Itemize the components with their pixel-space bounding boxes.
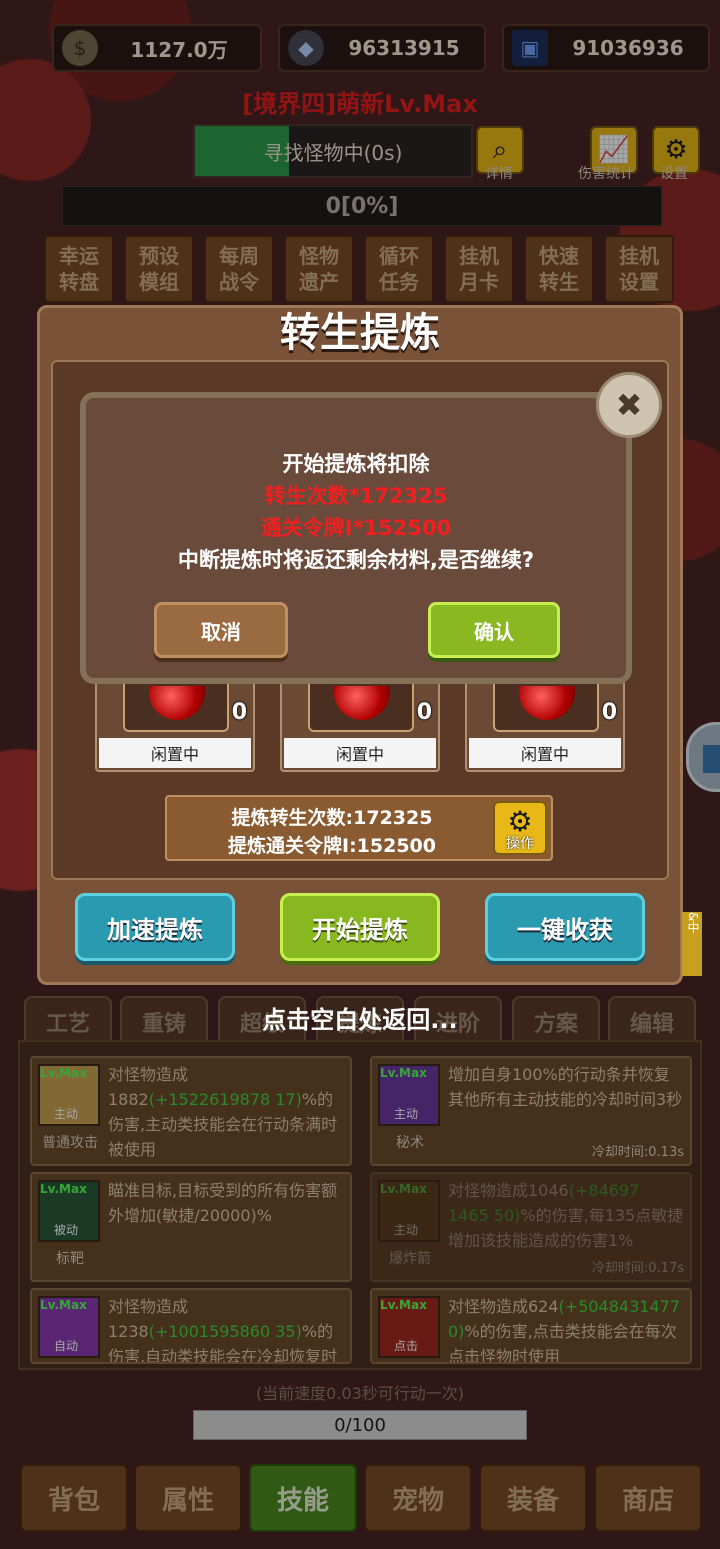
confirm-button[interactable]: 确认 [428, 602, 560, 658]
cancel-button[interactable]: 取消 [154, 602, 288, 658]
dialog-text: 开始提炼将扣除 [282, 452, 430, 476]
slot-state: 闲置中 [469, 738, 621, 768]
start-refine-button[interactable]: 开始提炼 [280, 893, 440, 961]
operate-label: 操作 [506, 836, 534, 852]
slot-state: 闲置中 [99, 738, 251, 768]
operate-button[interactable]: ⚙ 操作 [493, 801, 547, 855]
refine-slot[interactable]: 0 闲置中 [465, 680, 625, 772]
refine-info-box: 提炼转生次数:172325 提炼通关令牌I:152500 ⚙ 操作 [165, 795, 553, 861]
dialog-token-cost: 通关令牌I*152500 [260, 516, 452, 540]
slot-state: 闲置中 [284, 738, 436, 768]
slot-image [308, 682, 414, 732]
red-gem-icon [149, 686, 205, 720]
refine-rebirth-count: 提炼转生次数:172325 [231, 807, 433, 829]
refine-slot[interactable]: 0 闲置中 [95, 680, 255, 772]
close-button[interactable]: ✖ [596, 372, 662, 438]
dialog-rebirth-cost: 转生次数*172325 [264, 484, 448, 508]
slot-count: 0 [601, 700, 617, 725]
slot-count: 0 [231, 700, 247, 725]
red-gem-icon [519, 686, 575, 720]
side-badge: &中 [682, 912, 702, 976]
refine-slot[interactable]: 0 闲置中 [280, 680, 440, 772]
slot-count: 0 [416, 700, 432, 725]
harvest-all-button[interactable]: 一键收获 [485, 893, 645, 961]
slot-image [123, 682, 229, 732]
close-icon: ✖ [615, 386, 643, 424]
red-gem-icon [334, 686, 390, 720]
speed-refine-button[interactable]: 加速提炼 [75, 893, 235, 961]
tap-to-return-hint: 点击空白处返回... [262, 1006, 458, 1034]
refine-token-count: 提炼通关令牌I:152500 [228, 835, 436, 857]
refine-panel-title: 转生提炼 [280, 310, 440, 356]
slot-image [493, 682, 599, 732]
dialog-text: 中断提炼时将返还剩余材料,是否继续? [177, 548, 535, 572]
